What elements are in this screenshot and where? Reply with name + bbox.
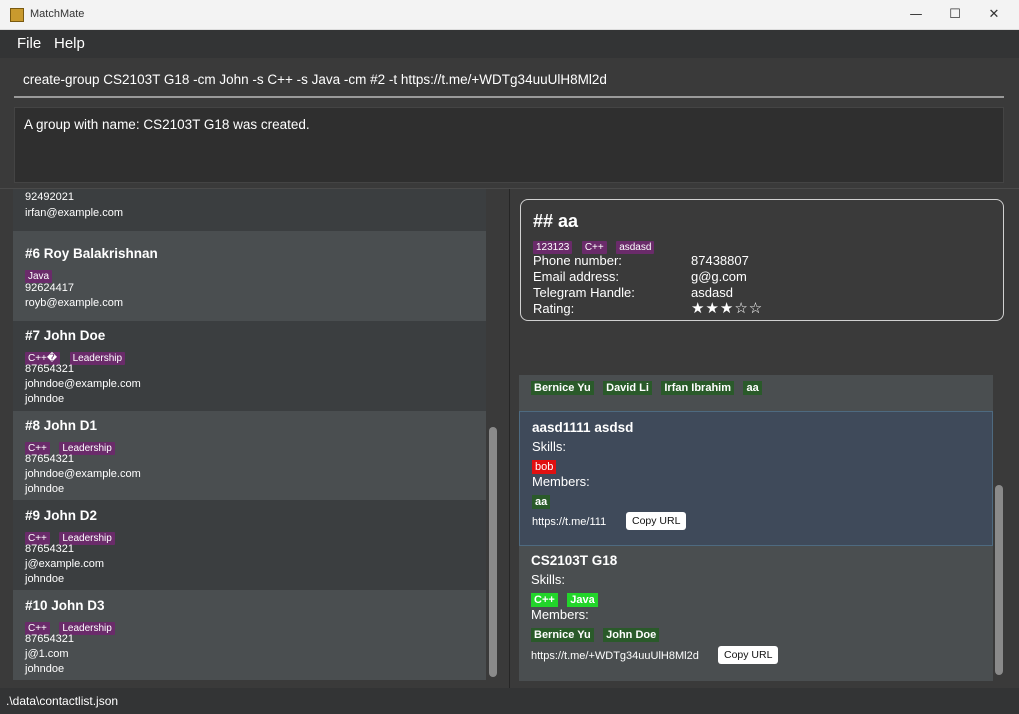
contact-email: johndoe@example.com (25, 378, 141, 390)
group-url: https://t.me/+WDTg34uuUlH8Ml2d (531, 650, 699, 662)
contact-card[interactable]: #8 John D1 C++ Leadership 87654321 johnd… (13, 411, 486, 500)
copy-url-button[interactable]: Copy URL (718, 646, 779, 664)
group-skills: C++ Java (531, 590, 603, 607)
contact-card[interactable]: #9 John D2 C++ Leadership 87654321 j@exa… (13, 500, 486, 590)
member-tag: David Li (603, 381, 652, 395)
contact-email: j@example.com (25, 558, 105, 570)
menu-help[interactable]: Help (54, 35, 85, 52)
contact-telegram: johndoe (25, 573, 65, 585)
contact-telegram: johndoe (25, 663, 65, 675)
group-list-scrollbar[interactable] (994, 375, 1004, 688)
status-bar: .\data\contactlist.json (0, 688, 1019, 714)
group-card[interactable]: CS2103T G18 Skills: C++ Java Members: Be… (519, 546, 993, 681)
group-url: https://t.me/111 (532, 516, 607, 528)
group-members: Bernice Yu David Li Irfan Ibrahim aa (531, 378, 767, 395)
contact-phone: 87654321 (25, 453, 74, 465)
group-name: CS2103T G18 (531, 553, 618, 568)
rating-stars: ★★★☆☆ (691, 300, 764, 317)
contact-card[interactable]: #10 John D3 C++ Leadership 87654321 j@1.… (13, 590, 486, 680)
member-tag: aa (532, 495, 551, 509)
skill-tag: C++ (531, 593, 558, 607)
contact-list-panel[interactable]: 92492021 irfan@example.com #6 Roy Balakr… (0, 189, 508, 688)
skills-label: Skills: (531, 572, 565, 587)
phone-label: Phone number: (533, 253, 622, 268)
contact-telegram: johndoe (25, 393, 65, 405)
group-card[interactable]: Bernice Yu David Li Irfan Ibrahim aa (519, 375, 993, 411)
contact-phone: 87654321 (25, 633, 74, 645)
contact-card[interactable]: 92492021 irfan@example.com (13, 189, 486, 231)
email-value: g@g.com (691, 269, 747, 284)
contact-email: j@1.com (25, 648, 69, 660)
contact-phone: 87654321 (25, 363, 74, 375)
group-members: Bernice Yu John Doe (531, 625, 664, 642)
contact-email: royb@example.com (25, 297, 123, 309)
close-button[interactable]: ✕ (979, 4, 1009, 26)
group-list-panel[interactable]: Bernice Yu David Li Irfan Ibrahim aa aas… (510, 375, 1019, 688)
detail-tags: 123123 C++ asdasd (533, 237, 659, 254)
contact-tags: C++ Leadership (25, 618, 120, 635)
result-message: A group with name: CS2103T G18 was creat… (24, 117, 310, 132)
window-title: MatchMate (30, 8, 85, 20)
copy-url-button[interactable]: Copy URL (626, 512, 687, 530)
member-tag: Irfan Ibrahim (661, 381, 734, 395)
menu-file[interactable]: File (17, 35, 41, 52)
result-display[interactable]: A group with name: CS2103T G18 was creat… (14, 107, 1004, 183)
member-tag: Bernice Yu (531, 628, 594, 642)
members-label: Members: (531, 607, 589, 622)
phone-value: 87438807 (691, 253, 749, 268)
contact-tags: Java (25, 266, 57, 283)
contact-list-scroll-thumb[interactable] (489, 427, 497, 677)
contact-list-scrollbar[interactable] (488, 189, 498, 688)
telegram-label: Telegram Handle: (533, 285, 635, 300)
title-bar: MatchMate — ☐ ✕ (0, 0, 1019, 30)
member-tag: aa (743, 381, 762, 395)
detail-heading: ## aa (533, 211, 579, 231)
skill-tag: Java (567, 593, 598, 607)
contact-tags: C++ Leadership (25, 528, 120, 545)
member-tag: Bernice Yu (531, 381, 594, 395)
command-input[interactable]: create-group CS2103T G18 -cm John -s C++… (14, 64, 1004, 98)
contact-detail-card: ## aa 123123 C++ asdasd Phone number: 87… (520, 199, 1004, 321)
data-file-path: .\data\contactlist.json (6, 694, 119, 708)
skill-tag: bob (532, 460, 557, 474)
members-label: Members: (532, 474, 590, 489)
contact-email: irfan@example.com (25, 207, 123, 219)
minimize-button[interactable]: — (901, 4, 931, 26)
command-text: create-group CS2103T G18 -cm John -s C++… (23, 72, 607, 87)
menu-bar: File Help (0, 30, 1019, 58)
contact-tag: Leadership (69, 352, 126, 365)
rating-label: Rating: (533, 301, 575, 316)
group-skills: bob (532, 457, 561, 474)
group-card-selected[interactable]: aasd1111 asdsd Skills: bob Members: aa h… (519, 411, 993, 546)
contact-name: #9 John D2 (25, 508, 98, 523)
contact-telegram: johndoe (25, 483, 65, 495)
contact-name: #8 John D1 (25, 418, 98, 433)
contact-tags: C++ Leadership (25, 438, 120, 455)
contact-phone: 92492021 (25, 191, 74, 203)
right-panel: ## aa 123123 C++ asdasd Phone number: 87… (509, 189, 1019, 688)
email-label: Email address: (533, 269, 619, 284)
group-list-scroll-thumb[interactable] (995, 485, 1003, 675)
group-members: aa (532, 492, 555, 509)
detail-tag: asdasd (616, 241, 655, 254)
contact-name: #10 John D3 (25, 598, 105, 613)
contact-name: #6 Roy Balakrishnan (25, 246, 158, 261)
contact-phone: 92624417 (25, 282, 74, 294)
group-name: aasd1111 asdsd (532, 420, 634, 435)
contact-phone: 87654321 (25, 543, 74, 555)
maximize-button[interactable]: ☐ (940, 4, 970, 26)
contact-email: johndoe@example.com (25, 468, 141, 480)
contact-card[interactable]: #6 Roy Balakrishnan Java 92624417 royb@e… (13, 231, 486, 321)
contact-name: #7 John Doe (25, 328, 106, 343)
app-window: MatchMate — ☐ ✕ File Help create-group C… (0, 0, 1019, 714)
app-logo-icon (10, 8, 24, 22)
member-tag: John Doe (603, 628, 660, 642)
skills-label: Skills: (532, 439, 566, 454)
telegram-value: asdasd (691, 285, 733, 300)
contact-tags: C++� Leadership (25, 348, 130, 365)
contact-card[interactable]: #7 John Doe C++� Leadership 87654321 joh… (13, 321, 486, 411)
